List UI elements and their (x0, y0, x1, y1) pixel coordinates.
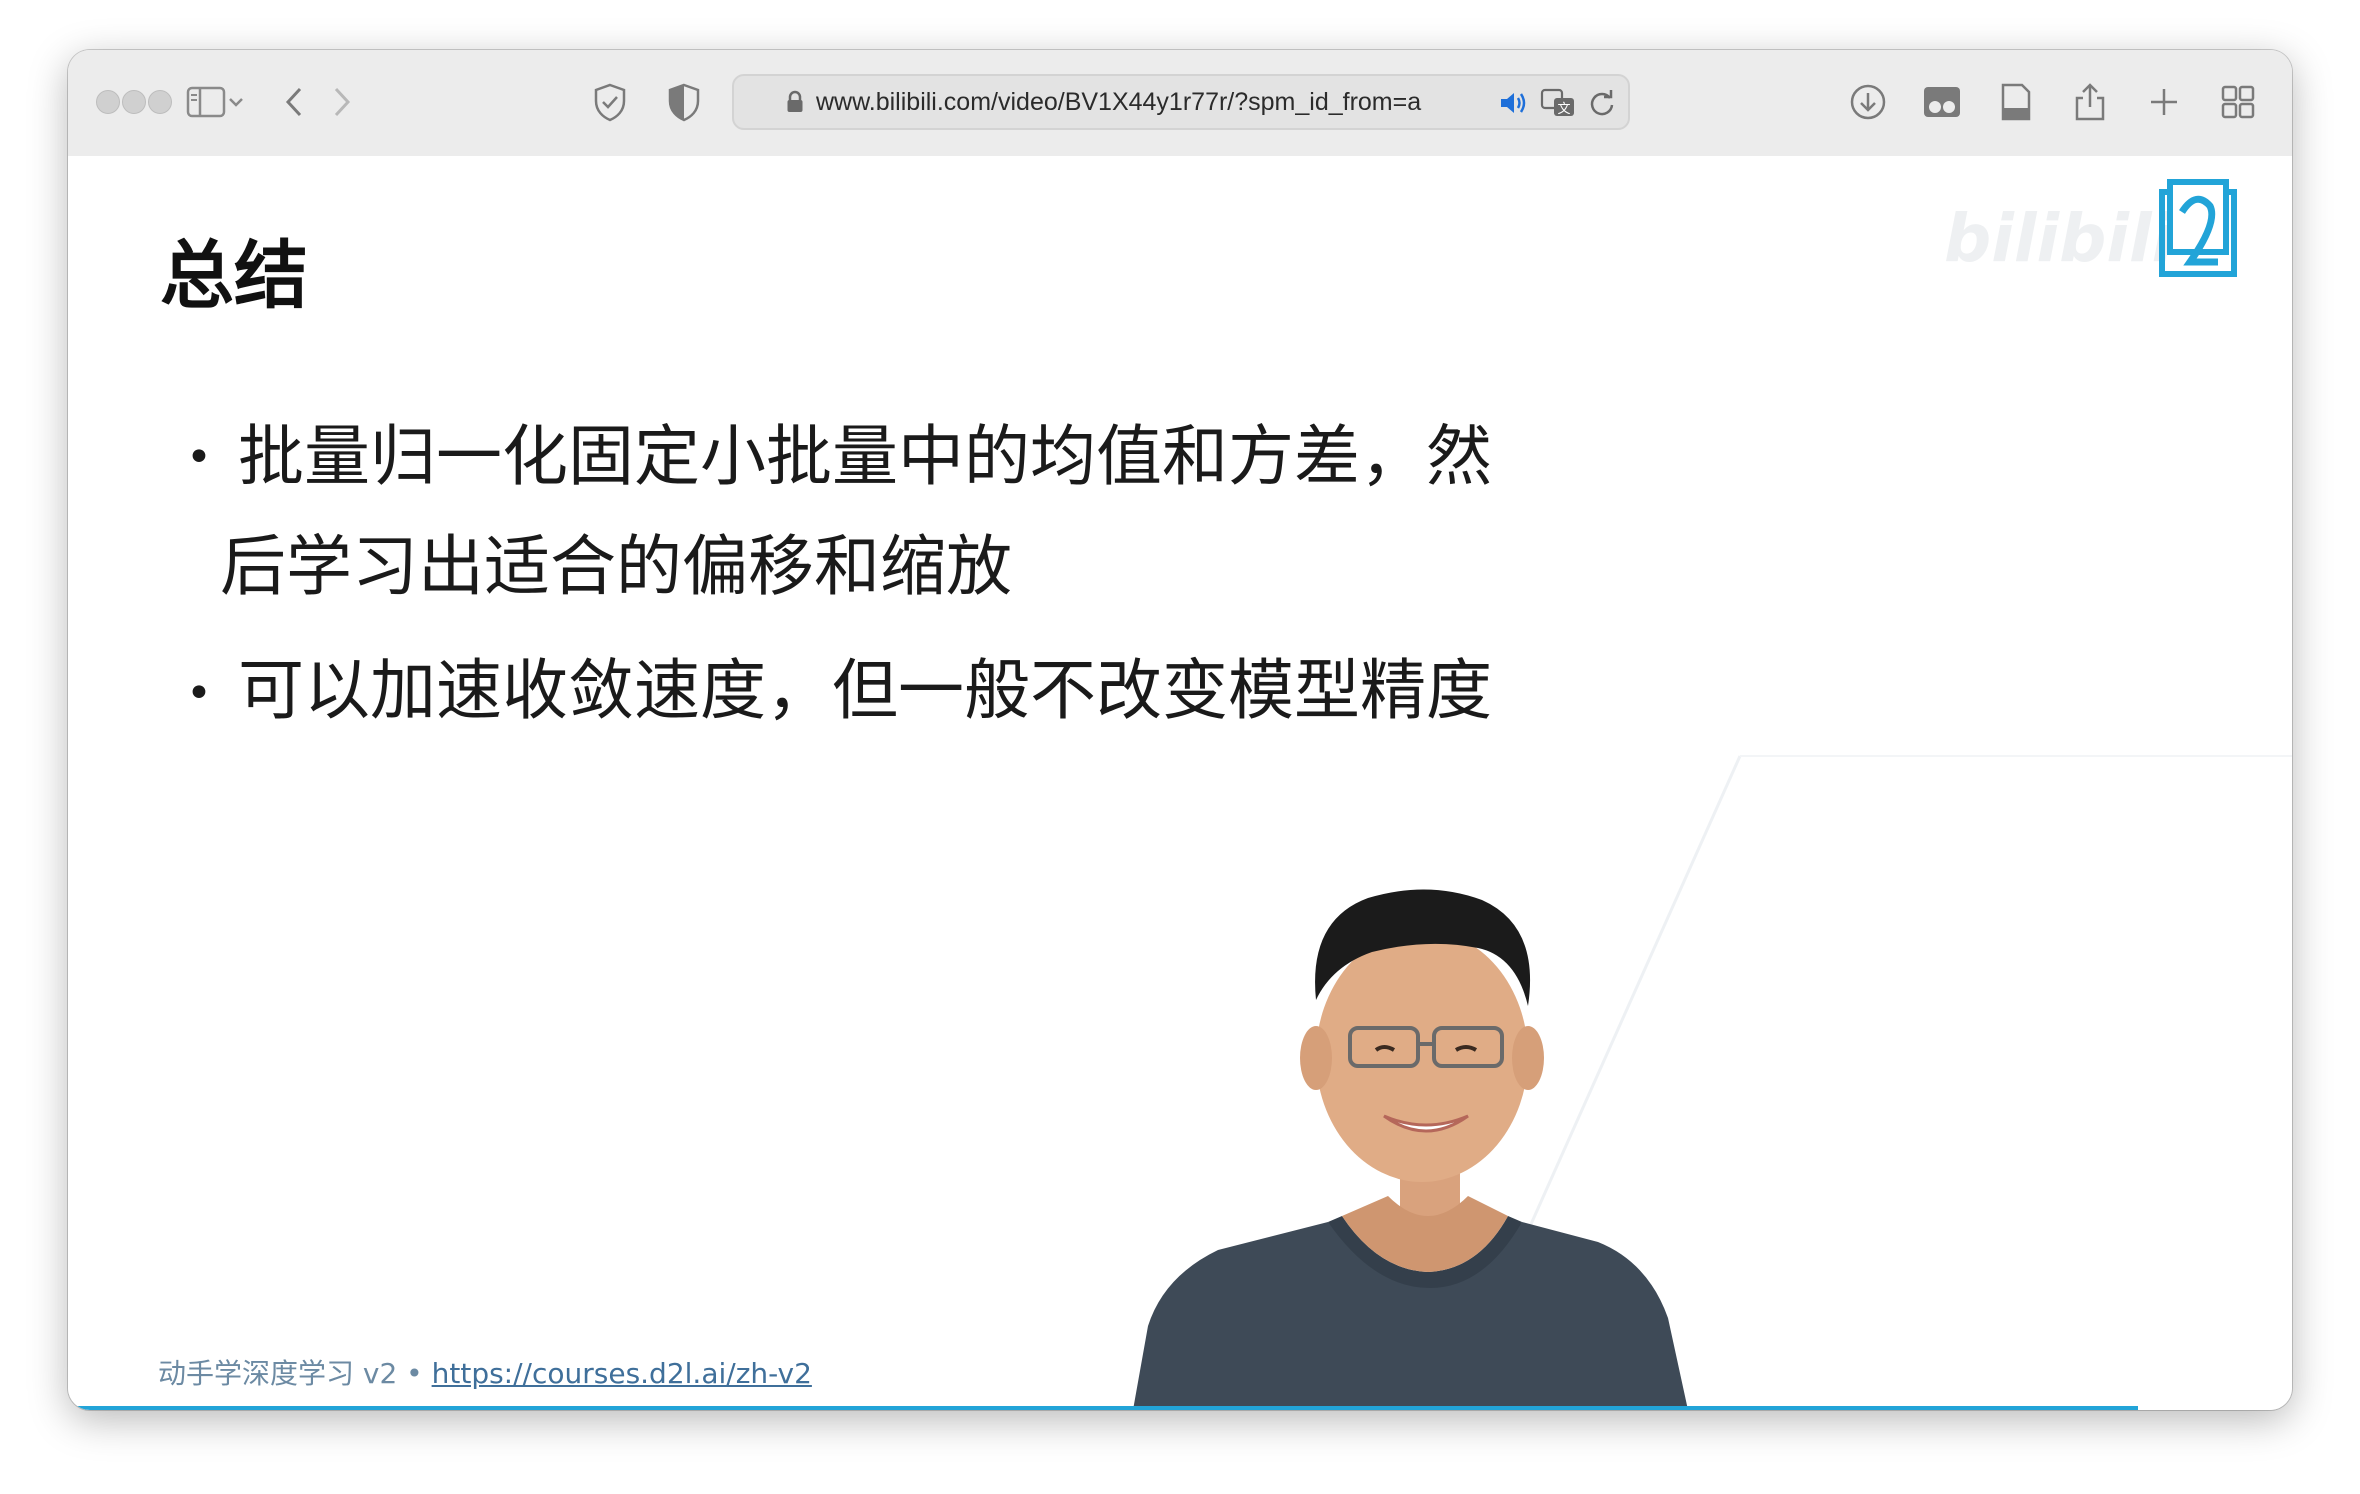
privacy-shield-icon[interactable] (584, 76, 636, 128)
bullet-marker: • (186, 432, 212, 483)
minimize-window-button[interactable] (122, 90, 146, 114)
bilibili-watermark-text: bilibili (1944, 200, 2175, 277)
slide-title: 总结 (160, 233, 308, 319)
browser-window: www.bilibili.com/video/BV1X44y1r77r/?spm… (68, 50, 2292, 1410)
bullet-1-line-2: 后学习出适合的偏移和缩放 (220, 528, 1012, 605)
reader-icon[interactable] (1916, 76, 1968, 128)
bullet-1-line-1: 批量归一化固定小批量中的均值和方差，然 (238, 418, 1492, 495)
zoom-window-button[interactable] (148, 90, 172, 114)
back-icon[interactable] (268, 76, 320, 128)
bilibili-logo: bilibili (1848, 176, 2248, 296)
forward-icon[interactable] (316, 76, 368, 128)
url-text: www.bilibili.com/video/BV1X44y1r77r/?spm… (816, 88, 1422, 116)
speaker-icon[interactable] (1498, 90, 1528, 120)
bullet-marker: • (186, 668, 212, 719)
footer-course-link[interactable]: https://courses.d2l.ai/zh-v2 (432, 1357, 812, 1390)
page-icon[interactable] (1990, 76, 2042, 128)
extension-shield-icon[interactable] (658, 76, 710, 128)
footer-course-name: 动手学深度学习 v2 • (158, 1357, 432, 1390)
new-tab-icon[interactable] (2138, 76, 2190, 128)
video-player[interactable]: 总结 • 批量归一化固定小批量中的均值和方差，然 后学习出适合的偏移和缩放 • … (68, 156, 2292, 1410)
slide-footer: 动手学深度学习 v2 • https://courses.d2l.ai/zh-v… (158, 1352, 812, 1392)
presenter-video (1128, 676, 2292, 1410)
share-icon[interactable] (2064, 76, 2116, 128)
video-progress-bar[interactable] (68, 1406, 2138, 1410)
translate-icon[interactable]: 文 (1540, 88, 1576, 122)
browser-toolbar: www.bilibili.com/video/BV1X44y1r77r/?spm… (68, 50, 2292, 158)
lock-icon (786, 90, 804, 118)
close-window-button[interactable] (96, 90, 120, 114)
tab-overview-icon[interactable] (2212, 76, 2264, 128)
d2l-logo-icon (2159, 179, 2237, 277)
chevron-down-icon[interactable] (220, 76, 252, 128)
download-icon[interactable] (1842, 76, 1894, 128)
svg-text:文: 文 (1557, 102, 1570, 117)
address-bar[interactable]: www.bilibili.com/video/BV1X44y1r77r/?spm… (732, 74, 1630, 130)
reload-icon[interactable] (1588, 89, 1616, 121)
